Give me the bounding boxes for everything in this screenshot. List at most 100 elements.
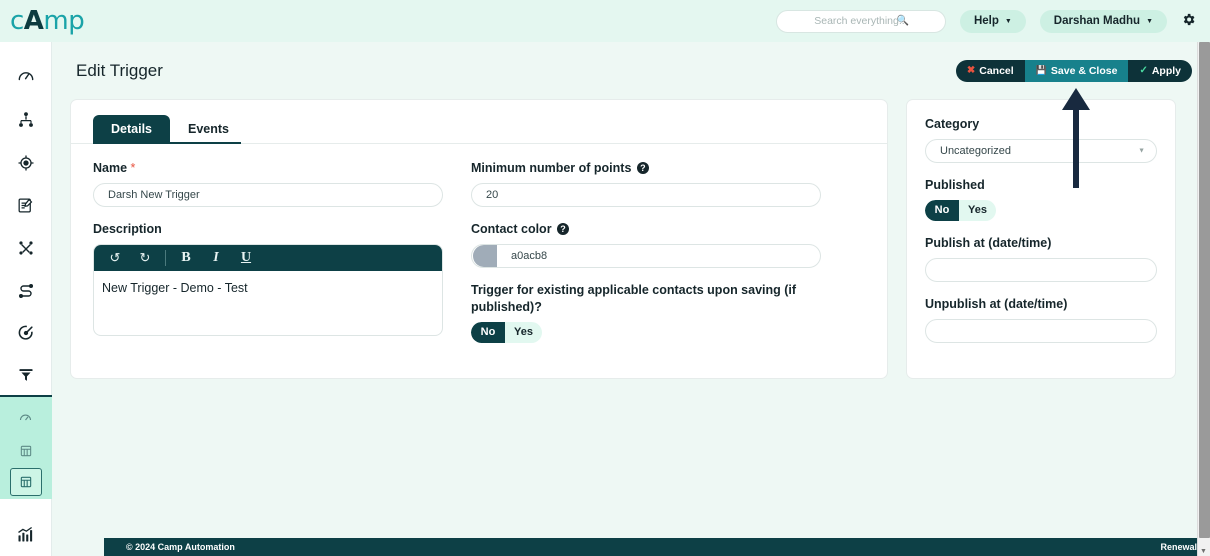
contact-color-field[interactable] xyxy=(471,243,821,268)
form-column-left: Name * Description ↺ ↻ xyxy=(93,160,443,357)
grid-report-icon xyxy=(19,444,33,458)
trigger-existing-option-no[interactable]: No xyxy=(471,321,505,343)
color-swatch[interactable] xyxy=(473,244,497,267)
published-option-yes[interactable]: Yes xyxy=(959,200,996,221)
minimum-points-input[interactable] xyxy=(471,182,821,207)
redo-icon[interactable]: ↻ xyxy=(130,245,160,271)
trigger-existing-label: Trigger for existing applicable contacts… xyxy=(471,282,797,314)
logo-mid: A xyxy=(23,6,44,36)
trigger-existing-toggle[interactable]: No Yes xyxy=(471,321,542,343)
user-label: Darshan Madhu xyxy=(1053,15,1141,27)
tab-events-label: Events xyxy=(188,122,229,136)
category-select-wrap[interactable]: ▼ xyxy=(925,138,1157,163)
field-name: Name * xyxy=(93,160,443,207)
sidebar-item-target[interactable] xyxy=(0,141,52,184)
tab-bar: Details Events xyxy=(71,110,887,144)
minimum-points-label: Minimum number of points ? xyxy=(471,160,821,177)
panels-row: Details Events Name * Darsh New Trigger … xyxy=(52,99,1210,379)
description-label: Description xyxy=(93,221,162,236)
cancel-button[interactable]: ✖ Cancel xyxy=(955,59,1025,82)
sidebar-item-stages[interactable] xyxy=(0,269,52,312)
bold-button[interactable]: B xyxy=(171,245,201,271)
name-label-text: Name xyxy=(93,161,128,175)
sidebar-item-dashboard[interactable] xyxy=(0,56,52,99)
action-button-group: ✖ Cancel 💾 Save & Close ✓ Apply xyxy=(955,59,1192,82)
check-icon: ✓ xyxy=(1139,65,1148,76)
tab-active-underline xyxy=(93,142,241,144)
tab-details[interactable]: Details xyxy=(93,115,170,143)
close-icon: ✖ xyxy=(966,65,976,76)
sidebar-item-grid-report-active[interactable] xyxy=(9,468,42,497)
required-asterisk: * xyxy=(130,161,136,175)
field-publish-at: Publish at (date/time) xyxy=(925,235,1157,282)
description-text-area[interactable]: New Trigger - Demo - Test xyxy=(94,271,442,335)
top-bar: cAmp 🔍 Help ▼ Darshan Madhu ▼ xyxy=(0,0,1210,42)
toolbar-divider xyxy=(165,249,166,266)
sidebar-item-forms[interactable] xyxy=(0,184,52,227)
apply-button[interactable]: ✓ Apply xyxy=(1128,59,1192,82)
logo-suffix: mp xyxy=(43,6,85,36)
sidebar-item-funnel[interactable] xyxy=(0,354,52,398)
save-and-close-label: Save & Close xyxy=(1050,64,1118,77)
minimum-points-label-text: Minimum number of points xyxy=(471,161,632,175)
field-published: Published No Yes xyxy=(925,177,1157,221)
description-editor: ↺ ↻ B I U New Trigger - Demo - Test xyxy=(93,243,443,336)
help-icon[interactable]: ? xyxy=(636,162,649,175)
stages-icon xyxy=(16,281,36,301)
user-menu-button[interactable]: Darshan Madhu ▼ xyxy=(1039,9,1167,33)
underline-button[interactable]: U xyxy=(231,245,261,271)
unpublish-at-label: Unpublish at (date/time) xyxy=(925,296,1068,311)
help-menu-button[interactable]: Help ▼ xyxy=(959,9,1026,33)
page-footer: © 2024 Camp Automation Renewal in 153 da… xyxy=(104,538,1210,556)
search-input[interactable] xyxy=(776,10,945,32)
unpublish-at-input[interactable] xyxy=(925,318,1157,343)
details-panel: Details Events Name * Darsh New Trigger … xyxy=(70,99,888,379)
category-label: Category xyxy=(925,117,980,131)
sidebar-item-analytics[interactable] xyxy=(0,513,52,556)
help-label: Help xyxy=(973,15,999,27)
undo-icon[interactable]: ↺ xyxy=(100,245,130,271)
trigger-existing-option-yes[interactable]: Yes xyxy=(505,322,542,343)
field-unpublish-at: Unpublish at (date/time) xyxy=(925,296,1157,343)
sidebar-item-campaigns[interactable] xyxy=(0,227,52,270)
sidebar-item-hierarchy[interactable] xyxy=(0,99,52,142)
logo-prefix: c xyxy=(10,6,24,36)
contact-color-input[interactable] xyxy=(497,244,820,267)
form-edit-icon xyxy=(16,196,35,215)
vertical-scrollbar[interactable]: ▼ xyxy=(1197,42,1210,556)
chevron-down-icon: ▼ xyxy=(1146,17,1153,25)
search-box[interactable]: 🔍 xyxy=(775,9,946,33)
sidebar-highlight-group xyxy=(0,397,52,500)
sidebar-item-goals[interactable] xyxy=(0,312,52,355)
apply-label: Apply xyxy=(1151,64,1181,77)
gear-icon[interactable] xyxy=(1181,12,1196,30)
footer-copyright: © 2024 Camp Automation xyxy=(126,542,235,552)
target-icon xyxy=(16,153,36,173)
published-toggle[interactable]: No Yes xyxy=(925,199,996,221)
category-select[interactable] xyxy=(925,138,1157,163)
cancel-label: Cancel xyxy=(979,64,1014,77)
field-minimum-points: Minimum number of points ? xyxy=(471,160,821,207)
save-and-close-button[interactable]: 💾 Save & Close xyxy=(1024,59,1129,82)
publish-at-input[interactable] xyxy=(925,257,1157,282)
app-root: cAmp 🔍 Help ▼ Darshan Madhu ▼ xyxy=(0,0,1210,556)
app-logo[interactable]: cAmp xyxy=(10,6,85,36)
small-gauge-icon xyxy=(18,410,33,425)
scrollbar-thumb[interactable] xyxy=(1199,42,1210,538)
scroll-down-arrow-icon[interactable]: ▼ xyxy=(1200,548,1207,555)
help-icon[interactable]: ? xyxy=(557,222,570,235)
sidebar-item-grid-report[interactable] xyxy=(0,434,52,468)
page-title: Edit Trigger xyxy=(76,60,163,80)
funnel-icon xyxy=(16,365,36,385)
sidebar-item-reports-overview[interactable] xyxy=(0,400,52,434)
published-option-no[interactable]: No xyxy=(925,199,959,221)
campaign-icon xyxy=(16,238,36,258)
contact-color-label-text: Contact color xyxy=(471,221,552,236)
tab-events[interactable]: Events xyxy=(170,115,247,143)
page-header: Edit Trigger ✖ Cancel 💾 Save & Close ✓ A… xyxy=(52,42,1210,99)
form-column-right: Minimum number of points ? Contact color… xyxy=(471,160,821,357)
field-description: Description ↺ ↻ B I U New Trigger - Demo… xyxy=(93,221,443,336)
italic-button[interactable]: I xyxy=(201,245,231,271)
dashboard-gauge-icon xyxy=(16,67,36,87)
name-input[interactable] xyxy=(93,182,443,207)
